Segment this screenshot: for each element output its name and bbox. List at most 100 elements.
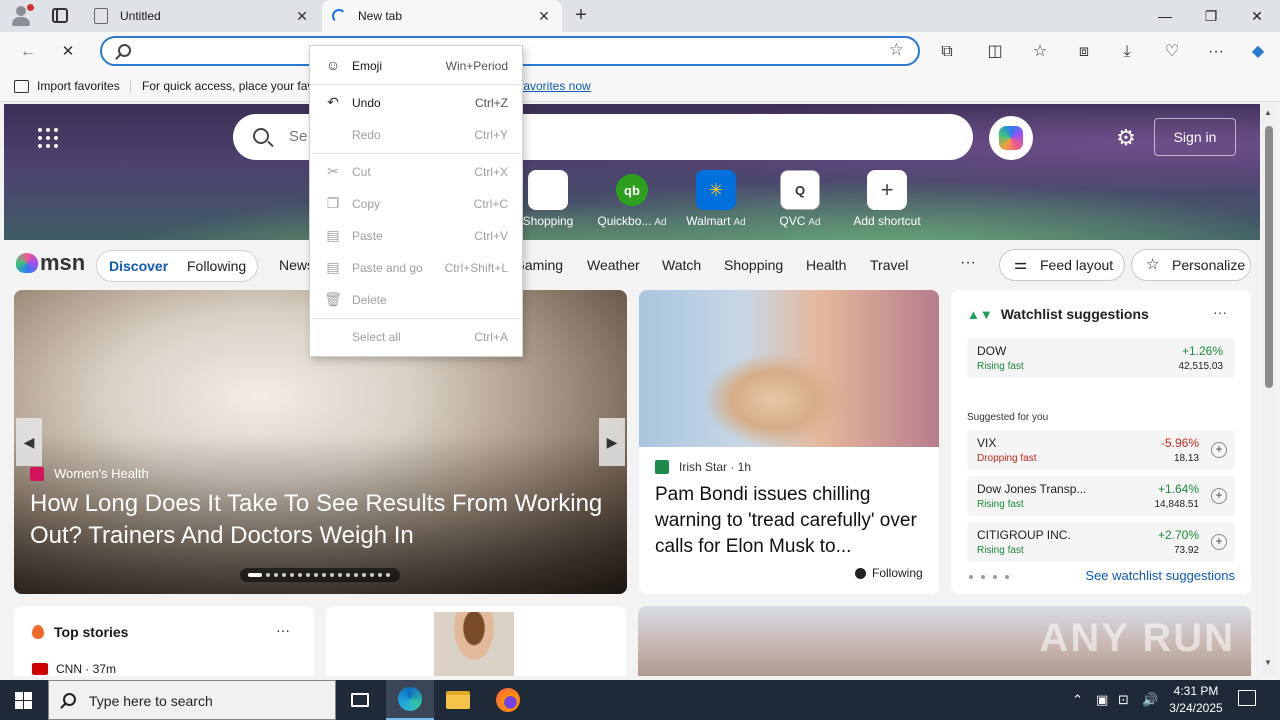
- nav-more-icon[interactable]: ···: [960, 254, 976, 272]
- tab-close-icon[interactable]: ✕: [536, 8, 552, 25]
- walmart-icon: ✳: [696, 170, 736, 210]
- menu-item-emoji[interactable]: ☺ Emoji Win+Period: [310, 52, 522, 80]
- browser-essentials-icon[interactable]: ♡: [1160, 40, 1184, 64]
- extensions-icon[interactable]: ⧉: [935, 40, 959, 64]
- see-watchlist-link[interactable]: See watchlist suggestions: [1085, 568, 1235, 583]
- new-tab-button[interactable]: +: [570, 4, 592, 26]
- news-title[interactable]: Pam Bondi issues chilling warning to 'tr…: [655, 482, 925, 560]
- menu-item-copy[interactable]: ❐ Copy Ctrl+C: [310, 190, 522, 218]
- minimize-button[interactable]: —: [1142, 0, 1188, 32]
- nav-watch[interactable]: Watch: [662, 257, 701, 273]
- start-button[interactable]: [0, 680, 48, 720]
- favorites-icon[interactable]: ☆: [1028, 40, 1052, 64]
- carousel-next-button[interactable]: ▶: [599, 418, 625, 466]
- split-screen-icon[interactable]: ◫: [983, 40, 1007, 64]
- msn-logo-text: msn: [40, 250, 86, 275]
- menu-item-delete[interactable]: 🗑 Delete: [310, 286, 522, 314]
- close-window-button[interactable]: ✕: [1234, 0, 1280, 32]
- search-icon: [253, 128, 269, 144]
- maximize-button[interactable]: ❐: [1188, 0, 1234, 32]
- menu-item-select-all[interactable]: Select all Ctrl+A: [310, 323, 522, 351]
- network-icon[interactable]: ⊡: [1118, 692, 1129, 708]
- stock-row-dow[interactable]: DOW Rising fast +1.26% 42,515.03: [967, 338, 1235, 378]
- stock-name: CITIGROUP INC.: [977, 528, 1071, 542]
- tab-new-tab[interactable]: New tab ✕: [322, 0, 562, 32]
- news-card-wide[interactable]: ANY RUN: [638, 606, 1251, 676]
- more-options-icon[interactable]: ···: [1213, 304, 1227, 320]
- sign-in-button[interactable]: Sign in: [1154, 118, 1236, 156]
- news-card-image[interactable]: [326, 606, 626, 676]
- menu-item-undo[interactable]: ↶ Undo Ctrl+Z: [310, 89, 522, 117]
- notification-icon[interactable]: [1238, 690, 1256, 706]
- emoji-icon: ☺: [325, 57, 341, 73]
- menu-item-shortcut: Ctrl+A: [474, 330, 508, 344]
- task-view-button[interactable]: [336, 680, 384, 720]
- add-shortcut-button[interactable]: + Add shortcut: [847, 170, 927, 228]
- menu-item-cut[interactable]: ✂ Cut Ctrl+X: [310, 158, 522, 186]
- menu-separator: [311, 84, 521, 85]
- copilot-icon[interactable]: ◆: [1246, 40, 1270, 64]
- volume-icon[interactable]: 🔊: [1142, 692, 1158, 708]
- shortcut-qvc[interactable]: Q QVC Ad: [760, 170, 840, 228]
- shortcut-quickbooks[interactable]: qb Quickbo... Ad: [592, 170, 672, 228]
- import-favorites-button[interactable]: Import favorites: [14, 79, 120, 93]
- app-launcher-icon[interactable]: [38, 128, 58, 148]
- chevron-up-icon[interactable]: ⌃: [1072, 692, 1083, 708]
- feed-layout-button[interactable]: ⚌ Feed layout: [999, 249, 1125, 281]
- tab-discover[interactable]: Discover: [109, 258, 168, 274]
- scroll-up-icon[interactable]: ▲: [1264, 108, 1272, 117]
- taskbar-search-box[interactable]: Type here to search: [48, 680, 336, 720]
- nav-health[interactable]: Health: [806, 257, 846, 273]
- add-to-watchlist-icon[interactable]: +: [1211, 442, 1227, 458]
- tab-untitled[interactable]: Untitled ✕: [84, 0, 320, 32]
- nav-shopping[interactable]: Shopping: [724, 257, 783, 273]
- add-to-watchlist-icon[interactable]: +: [1211, 534, 1227, 550]
- following-button[interactable]: Following: [855, 566, 923, 580]
- back-arrow-icon[interactable]: ←: [16, 40, 40, 64]
- carousel-prev-button[interactable]: ◀: [16, 418, 42, 466]
- menu-item-redo[interactable]: Redo Ctrl+Y: [310, 121, 522, 149]
- menu-item-label: Cut: [352, 165, 371, 179]
- tab-following[interactable]: Following: [187, 258, 246, 274]
- taskbar-file-explorer[interactable]: [434, 680, 482, 720]
- nav-weather[interactable]: Weather: [587, 257, 640, 273]
- womens-health-logo-icon: [30, 466, 44, 481]
- taskbar-edge[interactable]: [386, 680, 434, 720]
- downloads-icon[interactable]: ⤓: [1115, 40, 1139, 64]
- watchlist-pager[interactable]: [969, 575, 1009, 579]
- gear-icon[interactable]: ⚙: [1114, 126, 1138, 150]
- stock-row-citigroup[interactable]: CITIGROUP INC. Rising fast +2.70% 73.92 …: [967, 522, 1235, 562]
- watchlist-card: ▲▼ Watchlist suggestions ··· DOW Rising …: [951, 290, 1251, 594]
- news-card[interactable]: Irish Star · 1h Pam Bondi issues chillin…: [639, 290, 939, 594]
- story-headline[interactable]: How Long Does It Take To See Results Fro…: [30, 488, 620, 552]
- stock-name: DOW: [977, 344, 1007, 358]
- menu-item-paste[interactable]: ▤ Paste Ctrl+V: [310, 222, 522, 250]
- settings-more-icon[interactable]: ···: [1204, 40, 1228, 64]
- add-to-watchlist-icon[interactable]: +: [1211, 488, 1227, 504]
- manage-favorites-link[interactable]: favorites now: [520, 79, 591, 93]
- msn-logo[interactable]: msn: [16, 250, 85, 276]
- scroll-down-icon[interactable]: ▼: [1264, 658, 1272, 667]
- sliders-icon: ⚌: [1014, 256, 1028, 273]
- stock-row-dow-transports[interactable]: Dow Jones Transp... Rising fast +1.64% 1…: [967, 476, 1235, 516]
- tab-close-icon[interactable]: ✕: [294, 8, 310, 25]
- nav-travel[interactable]: Travel: [870, 257, 908, 273]
- collections-icon[interactable]: ⧈: [1072, 40, 1096, 64]
- copilot-button[interactable]: [989, 116, 1033, 160]
- shortcut-walmart[interactable]: ✳ Walmart Ad: [676, 170, 756, 228]
- profile-avatar-icon[interactable]: [8, 4, 34, 28]
- menu-item-paste-and-go[interactable]: ▤ Paste and go Ctrl+Shift+L: [310, 254, 522, 282]
- stock-row-vix[interactable]: VIX Dropping fast -5.96% 18.13 +: [967, 430, 1235, 470]
- personalize-button[interactable]: ☆ Personalize: [1131, 249, 1251, 281]
- device-icon[interactable]: ▣: [1096, 692, 1108, 708]
- system-clock[interactable]: 4:31 PM 3/24/2025: [1164, 683, 1228, 717]
- scroll-thumb[interactable]: [1265, 126, 1273, 388]
- stop-loading-icon[interactable]: ✕: [56, 40, 80, 64]
- feed-layout-label: Feed layout: [1040, 257, 1114, 273]
- page-scrollbar[interactable]: ▲ ▼: [1262, 104, 1276, 676]
- more-options-icon[interactable]: ···: [276, 622, 290, 638]
- taskbar-firefox[interactable]: [484, 680, 532, 720]
- tab-actions-icon[interactable]: [52, 8, 68, 23]
- favorite-star-icon[interactable]: ☆: [889, 40, 904, 60]
- ad-badge: Ad: [808, 217, 821, 228]
